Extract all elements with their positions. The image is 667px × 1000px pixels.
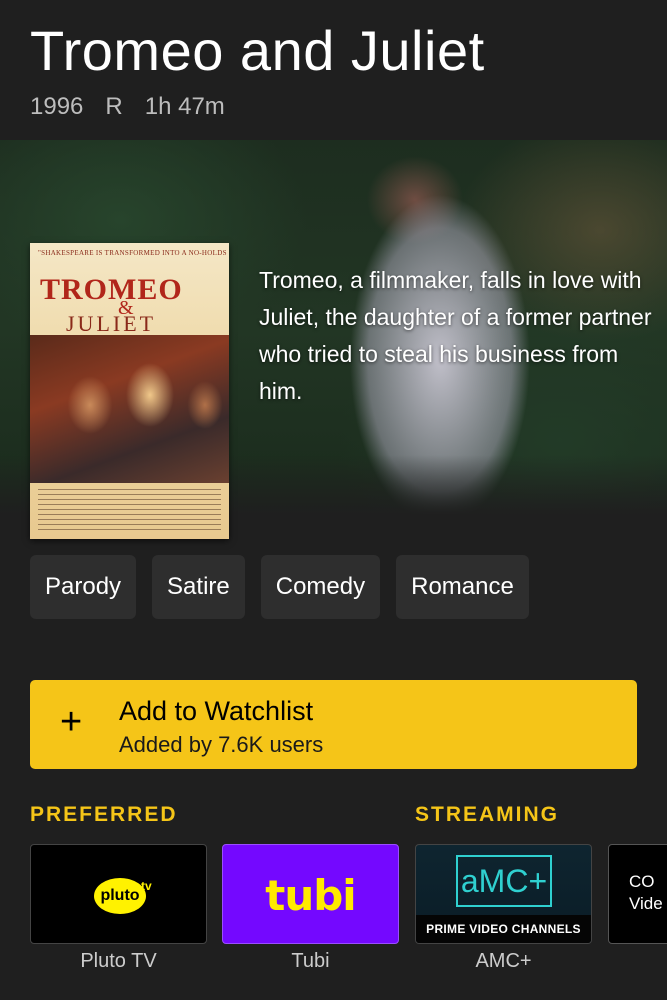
provider-tubi[interactable]: tubi xyxy=(222,844,399,944)
genre-chip-parody[interactable]: Parody xyxy=(30,555,137,619)
movie-meta: 1996 R 1h 47m xyxy=(30,93,225,121)
watchlist-label: Add to Watchlist xyxy=(119,696,314,726)
provider-name-amc-plus: AMC+ xyxy=(475,950,532,972)
preferred-section-label: PREFERRED xyxy=(30,803,178,826)
provider-name-pluto-tv: Pluto TV xyxy=(80,950,157,972)
release-year: 1996 xyxy=(30,93,84,120)
pluto-tv-logo-sup: tv xyxy=(141,879,152,893)
genre-chips: Parody Satire Comedy Romance xyxy=(30,555,529,619)
poster-credits xyxy=(38,489,221,531)
add-to-watchlist-button[interactable]: + Add to Watchlist Added by 7.6K users xyxy=(30,680,637,769)
movie-synopsis: Tromeo, a filmmaker, falls in love with … xyxy=(259,267,652,404)
provider-partial[interactable]: CO Vide xyxy=(608,844,667,944)
provider-pluto-tv[interactable]: pluto tv xyxy=(30,844,207,944)
movie-title: Tromeo and Juliet xyxy=(30,19,485,82)
runtime: 1h 47m xyxy=(144,93,225,120)
poster-artwork xyxy=(30,335,229,483)
watchlist-count: Added by 7.6K users xyxy=(119,732,324,757)
partial-provider-logo-text: CO Vide xyxy=(629,872,663,913)
poster-title-tromeo: TROMEO xyxy=(40,273,183,306)
streaming-section-label: STREAMING xyxy=(415,803,559,826)
provider-name-tubi: Tubi xyxy=(291,950,330,972)
pluto-tv-logo-icon: pluto xyxy=(94,878,146,914)
poster-tagline: "SHAKESPEARE IS TRANSFORMED INTO A NO-HO… xyxy=(38,249,229,257)
movie-poster[interactable]: "SHAKESPEARE IS TRANSFORMED INTO A NO-HO… xyxy=(30,243,229,539)
tubi-logo-icon: tubi xyxy=(265,871,356,920)
genre-chip-comedy[interactable]: Comedy xyxy=(260,555,381,619)
content-rating: R xyxy=(105,93,123,120)
genre-chip-romance[interactable]: Romance xyxy=(396,555,529,619)
plus-icon: + xyxy=(60,701,83,743)
poster-title-juliet: JULIET xyxy=(66,311,157,336)
prime-video-channels-band: PRIME VIDEO CHANNELS xyxy=(416,915,591,943)
amc-plus-logo-icon: aMC+ xyxy=(456,855,552,907)
provider-amc-plus[interactable]: aMC+ PRIME VIDEO CHANNELS xyxy=(415,844,592,944)
genre-chip-satire[interactable]: Satire xyxy=(152,555,245,619)
